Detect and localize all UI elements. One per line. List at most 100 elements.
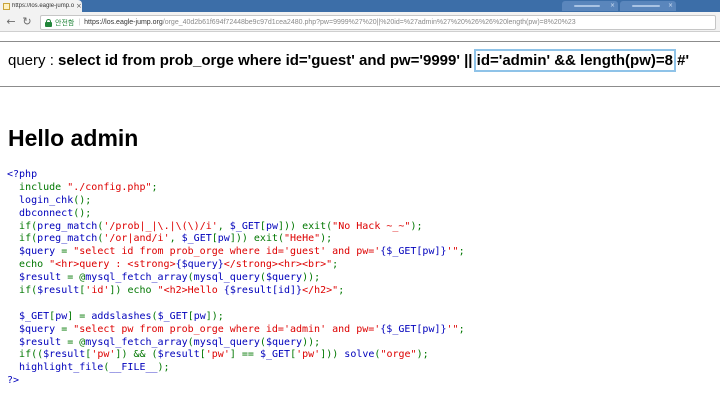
code-token: ); [410, 220, 423, 232]
code-token: "<h2>Hello [157, 285, 224, 297]
address-divider: | [78, 19, 81, 26]
code-token: 'pw' [205, 349, 230, 361]
divider-top [0, 41, 720, 42]
code-token: highlight_file [7, 362, 104, 374]
code-token: 'pw' [91, 349, 116, 361]
code-token: "orge" [380, 349, 417, 361]
code-token: dbconnect [7, 207, 74, 219]
code-token: ])) [320, 349, 345, 361]
code-token: mysql_query [193, 336, 260, 348]
query-after: #' [677, 52, 690, 69]
code-line: if($result['id']) echo "<h2>Hello {$resu… [7, 285, 465, 298]
code-token: $query [265, 336, 303, 348]
code-token: preg_match [37, 233, 98, 245]
code-token: ; [458, 246, 465, 258]
code-line: login_chk(); [7, 195, 465, 208]
browser-toolbar: ← ↻ 안전함 | https://los.eagle-jump.org /or… [0, 12, 720, 32]
code-line: if(preg_match('/or|and/i', $_GET[pw])) e… [7, 233, 465, 246]
code-token: ); [320, 233, 333, 245]
code-line: include "./config.php"; [7, 182, 465, 195]
code-token: pw [55, 310, 68, 322]
code-line: if(($result['pw']) && ($result['pw'] == … [7, 349, 465, 362]
refresh-icon[interactable]: ↻ [20, 15, 34, 29]
code-token: $_GET [181, 233, 212, 245]
code-token: </strong><hr><br>" [223, 259, 333, 271]
tab-title-placeholder [632, 5, 660, 7]
source-code-block: <?php include "./config.php"; login_chk(… [7, 169, 465, 388]
code-token: )); [302, 272, 321, 284]
code-token: __FILE__ [109, 362, 158, 374]
code-token: if(( [19, 349, 44, 361]
code-token: $_GET [229, 220, 260, 232]
divider-bottom [0, 86, 720, 87]
code-token: , [169, 233, 182, 245]
code-token: ; [338, 285, 345, 297]
code-token: pw [217, 233, 230, 245]
code-token: if( [19, 233, 38, 245]
tab-background[interactable]: × [620, 1, 676, 11]
query-line: query : select id from prob_orge where i… [8, 49, 690, 72]
code-token: pw [193, 310, 206, 322]
code-token: if( [19, 285, 38, 297]
code-token: "<hr>query : <strong> [49, 259, 176, 271]
tab-close-icon[interactable]: × [610, 2, 615, 9]
code-token: "HeHe" [284, 233, 321, 245]
code-token: pw [265, 220, 278, 232]
code-token: mysql_query [193, 272, 260, 284]
code-token: $result [7, 336, 68, 348]
code-token: preg_match [37, 220, 98, 232]
code-token: '/prob|_|\.|\(\)/i' [103, 220, 218, 232]
code-token: include [19, 181, 68, 193]
code-token: , [217, 220, 230, 232]
query-before: select id from prob_orge where id='guest… [58, 52, 473, 69]
code-token: "No Hack ~_~" [332, 220, 411, 232]
code-token: $result [37, 285, 80, 297]
tab-background[interactable]: × [562, 1, 618, 11]
code-token: ]) && ( [115, 349, 158, 361]
code-token: {$_GET[pw]} [380, 323, 447, 335]
code-token: {$query} [175, 259, 224, 271]
code-token: '" [446, 246, 459, 258]
code-line: $_GET[pw] = addslashes($_GET[pw]); [7, 311, 465, 324]
code-token: login_chk [7, 194, 74, 206]
code-token: ]); [205, 310, 224, 322]
code-line: echo "<hr>query : <strong>{$query}</stro… [7, 259, 465, 272]
code-token: ])) exit( [229, 233, 285, 245]
back-icon[interactable]: ← [4, 15, 18, 29]
code-token: ); [416, 349, 429, 361]
code-line: $result = @mysql_fetch_array(mysql_query… [7, 272, 465, 285]
code-line: if(preg_match('/prob|_|\.|\(\)/i', $_GET… [7, 221, 465, 234]
code-token: "select pw from prob_orge where id='admi… [73, 323, 381, 335]
lock-icon [45, 18, 52, 27]
tab-title-placeholder [574, 5, 600, 7]
code-token: 'id' [85, 285, 110, 297]
code-line: $query = "select id from prob_orge where… [7, 246, 465, 259]
code-token: solve [344, 349, 375, 361]
code-token: addslashes [91, 310, 152, 322]
code-token: $query [7, 323, 62, 335]
code-token: ; [458, 323, 465, 335]
code-token: $query [7, 246, 62, 258]
code-token: = @ [67, 272, 86, 284]
tab-active[interactable]: https://los.eagle-jump.o × [0, 0, 82, 12]
code-token: = [61, 246, 74, 258]
code-token: <?php [7, 169, 38, 180]
code-line: <?php [7, 169, 465, 182]
code-token: echo [19, 259, 50, 271]
code-token: ] = [67, 310, 92, 322]
address-bar[interactable]: 안전함 | https://los.eagle-jump.org /orge_4… [40, 15, 716, 30]
code-token: ?> [7, 375, 20, 387]
code-token: "./config.php" [67, 181, 152, 193]
url-host: https://los.eagle-jump.org [84, 19, 163, 26]
code-line: dbconnect(); [7, 208, 465, 221]
code-line: ?> [7, 375, 465, 388]
tab-close-icon[interactable]: × [668, 2, 673, 9]
code-token: "select id from prob_orge where id='gues… [73, 246, 381, 258]
code-token: ]) echo [109, 285, 158, 297]
tab-close-icon[interactable]: × [76, 2, 82, 10]
code-token: '/or|and/i' [103, 233, 170, 245]
